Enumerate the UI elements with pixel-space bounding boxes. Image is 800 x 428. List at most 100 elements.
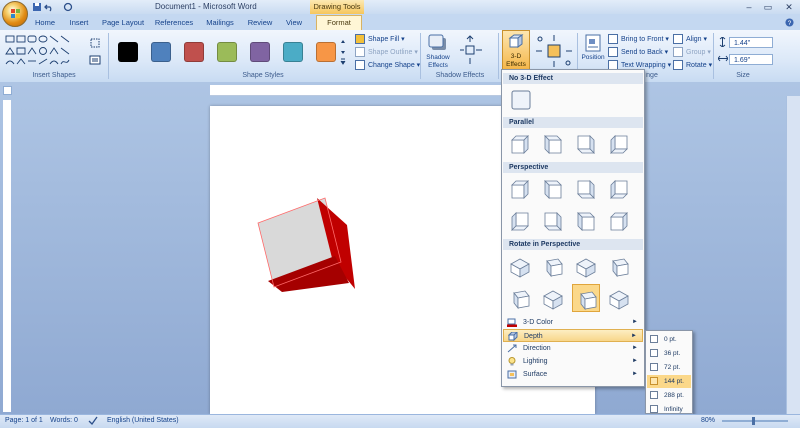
depth-option-72pt[interactable]: 72 pt.	[647, 361, 691, 374]
zoom-slider[interactable]	[722, 420, 788, 422]
depth-option-36pt[interactable]: 36 pt.	[647, 347, 691, 360]
rotate-perspective-preset[interactable]	[506, 284, 534, 312]
menu-item-3d-color[interactable]: 3-D Color ►	[503, 316, 643, 329]
depth-swatch-icon	[650, 349, 658, 357]
save-icon[interactable]	[32, 2, 42, 12]
rotate-perspective-preset[interactable]	[506, 252, 534, 280]
3d-effects-button[interactable]: 3-D Effects	[502, 30, 530, 70]
menu-item-direction[interactable]: Direction ►	[503, 342, 643, 355]
zoom-level[interactable]: 80%	[701, 417, 715, 424]
perspective-preset[interactable]	[572, 207, 600, 235]
office-button[interactable]	[2, 1, 28, 27]
shape-style-orange[interactable]	[316, 42, 336, 62]
tab-review[interactable]: Review	[245, 16, 275, 30]
parallel-preset[interactable]	[506, 130, 534, 158]
send-to-back-button[interactable]: Send to Back ▾	[608, 47, 668, 58]
align-button[interactable]: Align ▾	[673, 34, 707, 45]
group-label-insert-shapes: Insert Shapes	[32, 72, 76, 79]
rotate-button[interactable]: Rotate ▾	[673, 60, 712, 71]
3d-preset-icon	[510, 258, 530, 278]
perspective-preset[interactable]	[539, 207, 567, 235]
width-icon	[718, 55, 728, 62]
no-3d-effect-option[interactable]	[507, 86, 535, 114]
position-button[interactable]: Position	[580, 32, 606, 72]
perspective-preset[interactable]	[572, 175, 600, 203]
3d-cube-shape[interactable]	[255, 190, 360, 300]
tab-page-layout[interactable]: Page Layout	[101, 16, 145, 30]
tab-view[interactable]: View	[283, 16, 305, 30]
tab-home[interactable]: Home	[32, 16, 58, 30]
shape-style-purple[interactable]	[250, 42, 270, 62]
3d-preset-icon	[609, 290, 629, 310]
rotate-perspective-preset[interactable]	[605, 284, 633, 312]
shapes-gallery[interactable]	[4, 34, 82, 68]
rotate-perspective-preset[interactable]	[539, 284, 567, 312]
menu-item-surface[interactable]: Surface ►	[503, 368, 643, 381]
section-rotate-in-perspective: Rotate in Perspective	[503, 239, 643, 250]
help-icon[interactable]: ?	[785, 18, 794, 27]
tab-insert[interactable]: Insert	[66, 16, 92, 30]
3d-preset-icon	[511, 135, 529, 154]
word-count[interactable]: Words: 0	[50, 417, 78, 424]
language-indicator[interactable]: English (United States)	[107, 417, 179, 424]
depth-option-288pt[interactable]: 288 pt.	[647, 389, 691, 402]
parallel-preset[interactable]	[605, 130, 633, 158]
vertical-scrollbar[interactable]	[786, 96, 800, 414]
perspective-preset[interactable]	[506, 175, 534, 203]
shape-height-input[interactable]: 1.44"	[729, 37, 773, 48]
maximize-button[interactable]: ▭	[761, 2, 775, 12]
group-icon	[673, 47, 683, 58]
text-box-icon[interactable]	[89, 55, 101, 65]
tab-mailings[interactable]: Mailings	[203, 16, 237, 30]
redo-icon[interactable]	[63, 2, 73, 12]
section-perspective: Perspective	[503, 162, 643, 173]
minimize-button[interactable]: –	[742, 2, 756, 12]
tab-format[interactable]: Format	[316, 15, 362, 30]
perspective-preset[interactable]	[605, 175, 633, 203]
horizontal-ruler[interactable]	[210, 85, 502, 96]
depth-option-144pt[interactable]: 144 pt.	[647, 375, 691, 388]
bring-to-front-button[interactable]: Bring to Front ▾	[608, 34, 669, 45]
perspective-preset[interactable]	[539, 175, 567, 203]
depth-option-0pt[interactable]: 0 pt.	[647, 333, 691, 346]
shape-style-blue[interactable]	[151, 42, 171, 62]
group-button[interactable]: Group ▾	[673, 47, 711, 58]
svg-text:?: ?	[788, 20, 792, 27]
shape-fill-button[interactable]: Shape Fill ▾	[355, 34, 405, 45]
rotate-perspective-preset[interactable]	[605, 252, 633, 280]
perspective-preset[interactable]	[506, 207, 534, 235]
shape-style-green[interactable]	[217, 42, 237, 62]
3d-tilt-icon[interactable]	[534, 33, 574, 69]
nudge-shadow-icon[interactable]	[458, 34, 484, 68]
edit-shape-icon[interactable]	[89, 37, 101, 49]
depth-submenu: 0 pt. 36 pt. 72 pt. 144 pt. 288 pt. Infi…	[645, 330, 693, 414]
change-shape-button[interactable]: Change Shape ▾	[355, 60, 420, 71]
shape-style-aqua[interactable]	[283, 42, 303, 62]
shape-width-input[interactable]: 1.69"	[729, 54, 773, 65]
depth-swatch-icon	[650, 405, 658, 413]
close-button[interactable]: ✕	[782, 2, 796, 12]
tab-references[interactable]: References	[153, 16, 195, 30]
menu-item-lighting[interactable]: Lighting ►	[503, 355, 643, 368]
shape-style-red[interactable]	[184, 42, 204, 62]
ruler-tab-selector[interactable]	[3, 86, 12, 95]
undo-icon[interactable]	[44, 2, 54, 12]
3d-effects-menu: No 3-D Effect Parallel Perspective Rotat…	[501, 69, 645, 387]
parallel-preset[interactable]	[572, 130, 600, 158]
shape-style-black[interactable]	[118, 42, 138, 62]
depth-swatch-icon	[650, 377, 658, 385]
rotate-perspective-preset[interactable]	[539, 252, 567, 280]
parallel-preset[interactable]	[539, 130, 567, 158]
rotate-perspective-preset[interactable]	[572, 284, 600, 312]
gallery-scroll-icon[interactable]	[339, 36, 347, 68]
shape-outline-button[interactable]: Shape Outline ▾	[355, 47, 418, 58]
proofing-icon[interactable]	[88, 416, 98, 426]
zoom-slider-thumb[interactable]	[752, 417, 755, 425]
vertical-ruler[interactable]	[3, 100, 11, 412]
page-count[interactable]: Page: 1 of 1	[5, 417, 43, 424]
perspective-preset[interactable]	[605, 207, 633, 235]
shadow-effects-button[interactable]: Shadow Effects	[425, 32, 451, 72]
menu-item-depth[interactable]: Depth ►	[503, 329, 643, 342]
submenu-arrow-icon: ►	[632, 319, 638, 325]
rotate-perspective-preset[interactable]	[572, 252, 600, 280]
